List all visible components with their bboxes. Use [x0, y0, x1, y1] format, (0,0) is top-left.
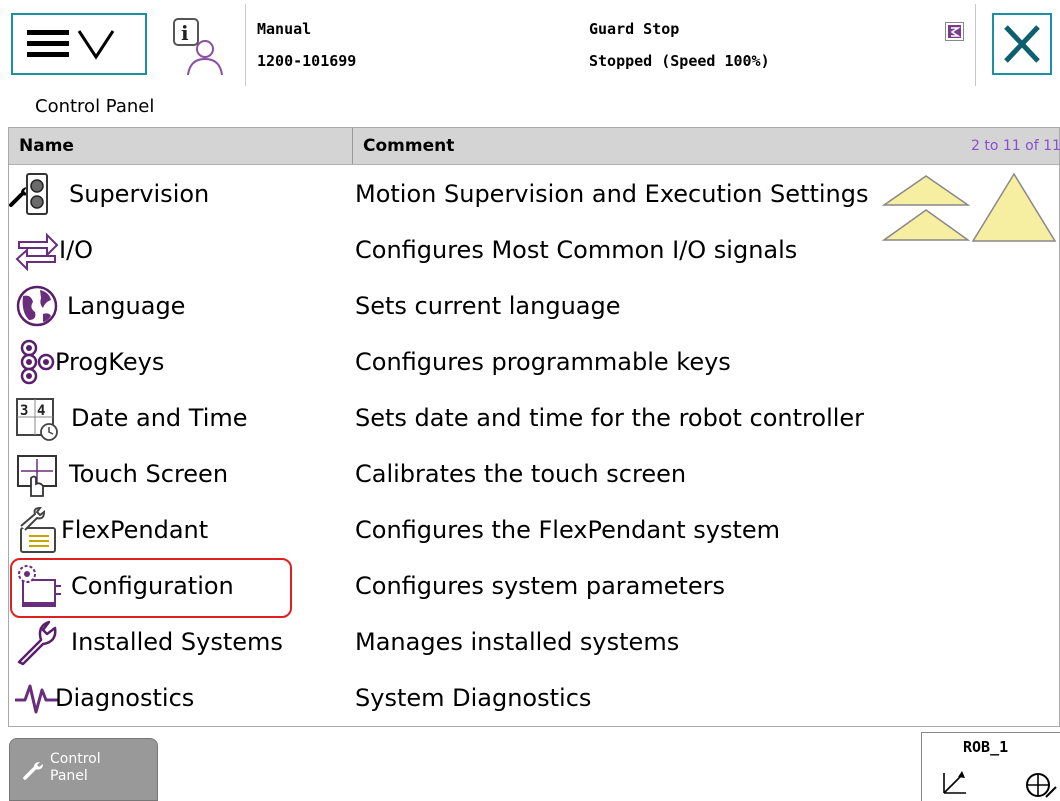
taskbar	[0, 728, 1060, 801]
axis-icon	[943, 771, 966, 794]
row-name: Language	[67, 292, 186, 320]
abb-menu-button[interactable]	[11, 13, 147, 75]
row-comment: Sets current language	[355, 292, 621, 320]
info-person-icon: i	[173, 18, 223, 76]
svg-text:4: 4	[37, 403, 45, 419]
row-name: I/O	[59, 236, 94, 264]
table-header: Name Comment 2 to 11 of 11	[9, 128, 1060, 165]
row-name: FlexPendant	[61, 516, 209, 544]
robot-name: ROB_1	[963, 738, 1009, 756]
page-title: Control Panel	[35, 96, 155, 117]
row-name: Touch Screen	[69, 460, 229, 488]
svg-text:i: i	[181, 21, 189, 45]
row-name: Supervision	[69, 180, 210, 208]
column-divider[interactable]	[352, 128, 353, 164]
highlight-configuration	[10, 558, 292, 618]
row-comment: Manages installed systems	[355, 628, 680, 656]
diagnostics-icon	[15, 684, 59, 714]
row-name: Installed Systems	[71, 628, 283, 656]
paging-indicator: 2 to 11 of 11	[971, 138, 1060, 154]
header-divider-right	[975, 4, 976, 86]
table-row-installed-systems[interactable]: Installed Systems Manages installed syst…	[9, 612, 1059, 668]
row-comment: Motion Supervision and Execution Setting…	[355, 180, 869, 208]
table-row-date-time[interactable]: 3 4 Date and Time Sets date and time for…	[9, 388, 1059, 444]
close-button[interactable]	[992, 13, 1052, 75]
close-icon	[1004, 25, 1040, 63]
table-row-language[interactable]: Language Sets current language	[9, 276, 1059, 332]
globe-icon	[16, 285, 58, 327]
tool-coordinate-icon	[1026, 773, 1057, 798]
taskbar-label-line1: Control	[50, 751, 101, 767]
calendar-clock-icon: 3 4	[16, 398, 58, 441]
svg-text:3: 3	[20, 403, 28, 419]
row-name: Diagnostics	[55, 684, 195, 712]
hamburger-chevron-icon	[27, 30, 115, 60]
wrench-icon	[17, 620, 57, 666]
row-comment: Sets date and time for the robot control…	[355, 404, 865, 432]
row-comment: Configures Most Common I/O signals	[355, 236, 798, 264]
system-id-text: 1200-101699	[257, 52, 357, 70]
column-header-name[interactable]: Name	[19, 136, 74, 156]
header-divider	[245, 4, 246, 86]
taskbar-control-panel[interactable]: Control Panel	[9, 738, 158, 801]
row-name: ProgKeys	[55, 348, 165, 376]
io-icon	[15, 232, 59, 272]
table-row-flexpendant[interactable]: FlexPendant Configures the FlexPendant s…	[9, 500, 1059, 556]
table-row-diagnostics[interactable]: Diagnostics System Diagnostics	[9, 668, 1059, 724]
row-comment: System Diagnostics	[355, 684, 592, 712]
scroll-up-arrow[interactable]	[970, 170, 1058, 246]
row-comment: Calibrates the touch screen	[355, 460, 687, 488]
row-comment: Configures system parameters	[355, 572, 726, 600]
controller-state-text: Guard Stop	[589, 20, 680, 38]
table-row-progkeys[interactable]: ProgKeys Configures programmable keys	[9, 332, 1059, 388]
speed-text: Stopped (Speed 100%)	[589, 52, 770, 70]
touch-screen-icon	[17, 455, 57, 497]
wrench-icon	[23, 762, 43, 780]
supervision-icon	[26, 173, 48, 215]
table-row-touch-screen[interactable]: Touch Screen Calibrates the touch screen	[9, 444, 1059, 500]
row-name: Date and Time	[71, 404, 248, 432]
flexpendant-icon	[20, 506, 56, 553]
row-comment: Configures programmable keys	[355, 348, 731, 376]
scroll-page-up-arrow[interactable]	[880, 172, 972, 244]
column-header-comment[interactable]: Comment	[363, 136, 454, 156]
progkeys-icon	[20, 339, 55, 385]
breadcrumb	[0, 90, 1060, 207]
mode-text: Manual	[257, 20, 312, 38]
status-bar: i Manual 1200-101699 Guard Stop Stopped …	[0, 0, 1060, 90]
taskbar-label-line2: Panel	[50, 768, 88, 784]
event-log-button[interactable]: i	[160, 13, 234, 79]
row-comment: Configures the FlexPendant system	[355, 516, 781, 544]
quickset-status-icon[interactable]	[945, 22, 964, 41]
